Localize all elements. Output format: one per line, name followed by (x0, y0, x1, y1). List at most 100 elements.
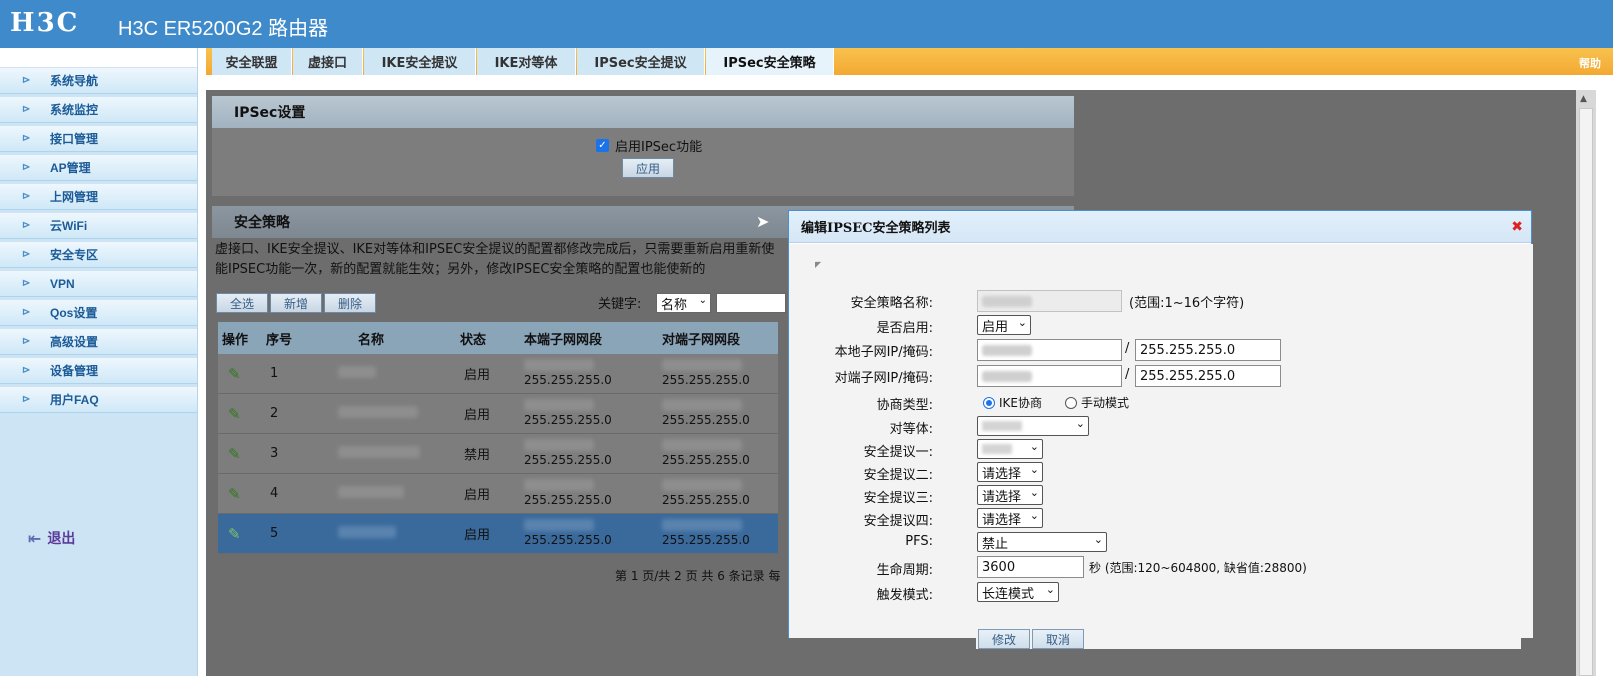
chevron-down-icon: ⌄ (1029, 486, 1039, 499)
scroll-thumb[interactable] (1579, 108, 1593, 676)
edit-pencil-icon[interactable]: ✎ (218, 405, 256, 423)
expand-arrow-icon: ⊳ (22, 75, 31, 86)
expand-arrow-icon: ⊳ (22, 104, 31, 115)
lifetime-input[interactable]: 3600 (977, 556, 1084, 578)
cancel-button[interactable]: 取消 (1032, 629, 1084, 649)
policy-table: 操作 序号 名称 状态 本端子网网段 对端子网网段 ✎ 1 启用 255.255… (218, 322, 778, 554)
proposal1-select[interactable]: ⌄ (977, 439, 1043, 459)
expand-arrow-icon: ⊳ (22, 220, 31, 231)
edit-pencil-icon[interactable]: ✎ (218, 365, 256, 383)
masked-name (338, 525, 444, 542)
edit-pencil-icon[interactable]: ✎ (218, 485, 256, 503)
tab-sa[interactable]: 安全联盟 (212, 48, 292, 75)
enable-select[interactable]: 启用 ⌄ (977, 315, 1031, 335)
pfs-select[interactable]: 禁止 ⌄ (977, 532, 1107, 552)
sidebar-item-vpn[interactable]: ⊳ VPN (0, 271, 197, 297)
masked-name (338, 365, 444, 382)
expand-arrow-icon: ⊳ (22, 249, 31, 260)
ike-radio[interactable]: IKE协商 (983, 394, 1042, 411)
edit-policy-dialog: 编辑IPSEC安全策略列表 ✖ ◤ 安全策略名称: (范围:1~16个字符) 是… (788, 210, 1533, 638)
expand-arrow-icon: ⊳ (22, 394, 31, 405)
expand-arrow-icon: ⊳ (22, 365, 31, 376)
policy-description: 虚接口、IKE安全提议、IKE对等体和IPSEC安全提议的配置都修改完成后，只需… (215, 242, 775, 277)
chevron-down-icon: ⌄ (1093, 533, 1103, 546)
ipsec-settings-title: IPSec设置 (212, 96, 1074, 128)
dialog-body: ◤ 安全策略名称: (范围:1~16个字符) 是否启用: 启用 ⌄ 本地子网IP/… (789, 244, 1533, 638)
expand-arrow-icon: ⊳ (22, 133, 31, 144)
sidebar-item-faq[interactable]: ⊳ 用户FAQ (0, 387, 197, 413)
policy-name-input[interactable] (977, 290, 1122, 312)
masked-name (338, 445, 444, 462)
tab-ike-proposal[interactable]: IKE安全提议 (364, 48, 476, 75)
mouse-cursor-icon: ➤ (756, 212, 770, 231)
dialog-title: 编辑IPSEC安全策略列表 (789, 211, 1531, 243)
local-mask-input[interactable]: 255.255.255.0 (1135, 339, 1281, 361)
chevron-down-icon: ⌄ (1045, 583, 1055, 596)
tab-virtual-interface[interactable]: 虚接口 (293, 48, 363, 75)
sidebar-item-advanced[interactable]: ⊳ 高级设置 (0, 329, 197, 355)
sidebar: ⊳ 系统导航 ⊳ 系统监控 ⊳ 接口管理 ⊳ AP管理 ⊳ 上网管理 ⊳ 云WiFi ⊳ 安全… (0, 48, 198, 676)
sidebar-item-system-nav[interactable]: ⊳ 系统导航 (0, 68, 197, 94)
sidebar-item-internet[interactable]: ⊳ 上网管理 (0, 184, 197, 210)
proposal2-select[interactable]: 请选择 ⌄ (977, 462, 1043, 482)
remote-ip-input[interactable] (977, 365, 1122, 387)
sidebar-item-security[interactable]: ⊳ 安全专区 (0, 242, 197, 268)
add-button[interactable]: 新增 (270, 293, 322, 313)
expand-arrow-icon: ⊳ (22, 307, 31, 318)
remote-mask-input[interactable]: 255.255.255.0 (1135, 365, 1281, 387)
table-row[interactable]: ✎ 1 启用 255.255.255.0 255.255.255.0 (218, 354, 778, 394)
keyword-select[interactable]: 名称 ⌄ (656, 293, 711, 313)
scroll-up-icon[interactable]: ▲ (1580, 94, 1587, 104)
logout-icon: ⇤ (28, 528, 42, 548)
close-icon[interactable]: ✖ (1511, 219, 1523, 235)
sidebar-item-cloud-wifi[interactable]: ⊳ 云WiFi (0, 213, 197, 239)
tab-bar: 安全联盟 虚接口 IKE安全提议 IKE对等体 IPSec安全提议 IPSec安… (206, 48, 1613, 75)
delete-button[interactable]: 删除 (324, 293, 376, 313)
app-title: H3C ER5200G2 路由器 (118, 18, 329, 40)
chevron-down-icon: ⌄ (1029, 509, 1039, 522)
trigger-select[interactable]: 长连模式 ⌄ (977, 582, 1059, 602)
expand-arrow-icon: ⊳ (22, 278, 31, 289)
peer-select[interactable]: ⌄ (977, 416, 1089, 436)
edit-pencil-icon[interactable]: ✎ (218, 445, 256, 463)
table-row[interactable]: ✎ 3 禁用 255.255.255.0 255.255.255.0 (218, 434, 778, 474)
proposal3-select[interactable]: 请选择 ⌄ (977, 485, 1043, 505)
edit-pencil-icon[interactable]: ✎ (218, 525, 256, 543)
help-link[interactable]: 帮助 (1579, 55, 1601, 71)
masked-name (338, 405, 444, 422)
logout-link[interactable]: ⇤ 退出 (28, 528, 75, 548)
chevron-down-icon: ⌄ (1075, 417, 1085, 430)
scrollbar[interactable]: ▲ (1576, 90, 1596, 676)
chevron-down-icon: ⌄ (1029, 440, 1039, 453)
sidebar-item-interface[interactable]: ⊳ 接口管理 (0, 126, 197, 152)
sidebar-item-device[interactable]: ⊳ 设备管理 (0, 358, 197, 384)
expand-arrow-icon: ⊳ (22, 162, 31, 173)
select-all-button[interactable]: 全选 (216, 293, 268, 313)
tab-ipsec-policy[interactable]: IPSec安全策略 (706, 48, 834, 75)
chevron-down-icon: ⌄ (698, 295, 707, 306)
modify-button[interactable]: 修改 (978, 629, 1030, 649)
proposal4-select[interactable]: 请选择 ⌄ (977, 508, 1043, 528)
table-header: 操作 序号 名称 状态 本端子网网段 对端子网网段 (218, 322, 778, 354)
chevron-down-icon: ⌄ (1029, 463, 1039, 476)
sidebar-item-qos[interactable]: ⊳ Qos设置 (0, 300, 197, 326)
table-row[interactable]: ✎ 2 启用 255.255.255.0 255.255.255.0 (218, 394, 778, 434)
expand-arrow-icon: ⊳ (22, 191, 31, 202)
enable-ipsec-checkbox[interactable]: ✓ (596, 139, 609, 152)
apply-button[interactable]: 应用 (622, 158, 674, 178)
manual-radio[interactable]: 手动模式 (1065, 394, 1129, 411)
tab-ipsec-proposal[interactable]: IPSec安全提议 (577, 48, 705, 75)
table-row-selected[interactable]: ✎ 5 启用 255.255.255.0 255.255.255.0 (218, 514, 778, 554)
app-header: H3C H3C ER5200G2 路由器 (0, 0, 1613, 48)
pagination: 第 1 页/共 2 页 共 6 条记录 每 (615, 569, 781, 583)
sidebar-item-system-monitor[interactable]: ⊳ 系统监控 (0, 97, 197, 123)
table-row[interactable]: ✎ 4 启用 255.255.255.0 255.255.255.0 (218, 474, 778, 514)
tab-ike-peer[interactable]: IKE对等体 (477, 48, 576, 75)
masked-name (338, 485, 444, 502)
expand-arrow-icon: ⊳ (22, 336, 31, 347)
h3c-logo: H3C (10, 8, 80, 38)
sidebar-item-ap[interactable]: ⊳ AP管理 (0, 155, 197, 181)
chevron-down-icon: ⌄ (1017, 316, 1027, 329)
keyword-input[interactable] (716, 293, 786, 313)
local-ip-input[interactable] (977, 339, 1122, 361)
